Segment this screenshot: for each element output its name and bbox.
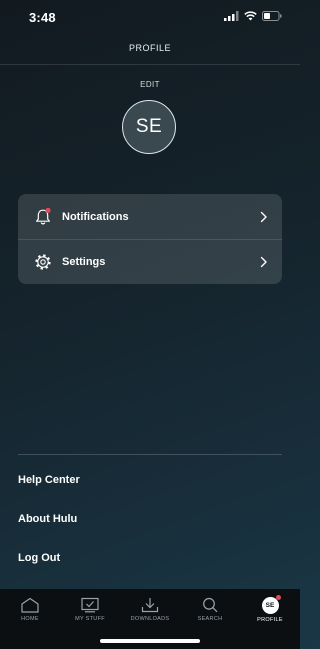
settings-row[interactable]: Settings bbox=[18, 239, 282, 284]
avatar-initials: SE bbox=[135, 116, 163, 137]
tab-profile-label: PROFILE bbox=[257, 617, 283, 623]
chevron-right-icon bbox=[260, 211, 267, 222]
status-icons bbox=[224, 11, 282, 21]
notifications-row[interactable]: Notifications bbox=[18, 194, 282, 239]
profile-avatar[interactable]: SE bbox=[122, 100, 176, 154]
profile-menu-card: Notifications Settings bbox=[18, 194, 282, 284]
tab-bar: HOME MY STUFF DOWNLOADS SEARCH SE PROFIL… bbox=[0, 589, 300, 649]
bell-icon bbox=[36, 207, 51, 224]
download-icon bbox=[141, 598, 159, 613]
home-icon bbox=[21, 597, 39, 613]
about-hulu-link[interactable]: About Hulu bbox=[18, 513, 77, 525]
status-time: 3:48 bbox=[29, 10, 56, 25]
home-indicator bbox=[100, 639, 200, 643]
chevron-right-icon bbox=[260, 256, 267, 267]
wifi-icon bbox=[244, 11, 257, 21]
gear-icon bbox=[35, 253, 51, 270]
tab-notification-badge bbox=[275, 595, 281, 600]
notification-badge bbox=[45, 207, 51, 213]
notifications-label: Notifications bbox=[62, 210, 129, 223]
tab-profile-avatar: SE bbox=[261, 595, 281, 614]
log-out-link[interactable]: Log Out bbox=[18, 552, 60, 564]
tab-downloads[interactable]: DOWNLOADS bbox=[120, 597, 180, 622]
battery-icon bbox=[262, 11, 282, 21]
tab-downloads-label: DOWNLOADS bbox=[130, 616, 170, 622]
tab-profile[interactable]: SE PROFILE bbox=[240, 595, 300, 623]
status-bar: 3:48 bbox=[0, 0, 300, 36]
links-divider bbox=[18, 454, 282, 455]
my-stuff-icon bbox=[81, 597, 99, 613]
tab-avatar-initials: SE bbox=[265, 602, 275, 609]
tab-my-stuff[interactable]: MY STUFF bbox=[60, 597, 120, 622]
settings-label: Settings bbox=[62, 255, 106, 268]
help-center-link[interactable]: Help Center bbox=[18, 474, 80, 486]
tab-home-label: HOME bbox=[21, 616, 39, 622]
header-divider bbox=[0, 64, 300, 65]
edit-profile-button[interactable]: EDIT bbox=[0, 80, 300, 89]
tab-home[interactable]: HOME bbox=[0, 597, 60, 622]
tab-my-stuff-label: MY STUFF bbox=[75, 616, 105, 622]
tab-search[interactable]: SEARCH bbox=[180, 597, 240, 622]
signal-icon bbox=[224, 11, 239, 21]
page-title: PROFILE bbox=[128, 43, 171, 53]
tab-search-label: SEARCH bbox=[197, 616, 223, 622]
search-icon bbox=[203, 597, 218, 613]
